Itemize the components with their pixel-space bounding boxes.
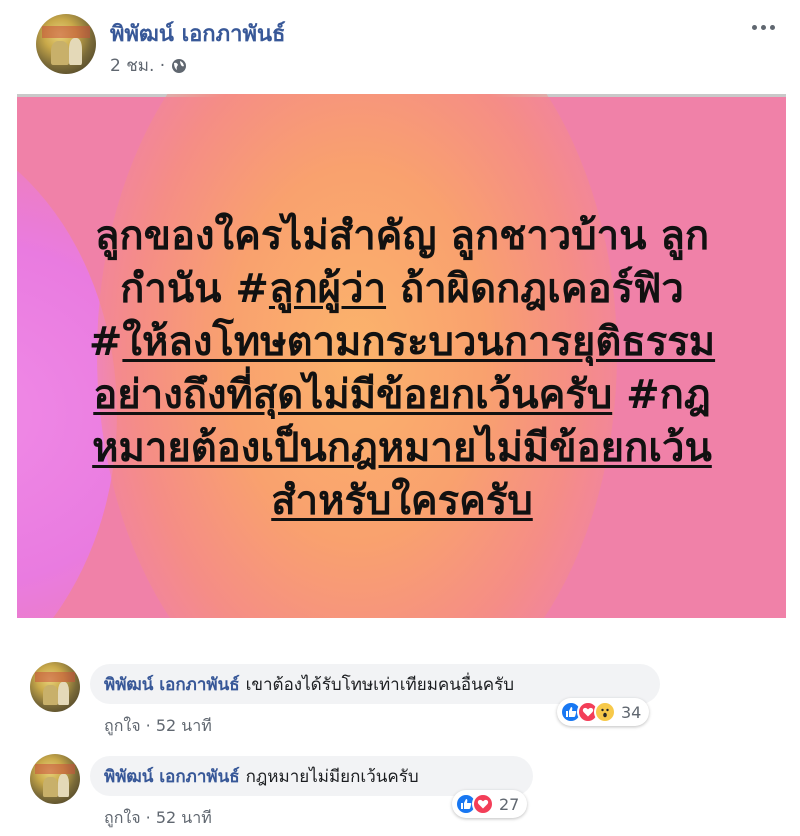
reaction-summary[interactable]: 27 (452, 790, 528, 818)
image-text-line-3: #ให้ลงโทษตามกระบวนการยุติธรรม (88, 319, 716, 365)
image-text: ลูกของใครไม่สำคัญ ลูกชาวบ้าน ลูก กำนัน #… (77, 210, 727, 528)
comment: พิพัฒน์ เอกภาพันธ์ กฎหมายไม่มียกเว้นครับ … (0, 752, 800, 836)
image-text-line-1: ลูกของใครไม่สำคัญ ลูกชาวบ้าน ลูก (94, 213, 710, 259)
comment-text: กฎหมายไม่มียกเว้นครับ (245, 767, 419, 787)
reaction-count: 34 (621, 702, 642, 722)
author-avatar[interactable] (36, 14, 96, 74)
post-meta: 2 ชม. · (110, 52, 187, 79)
author-name[interactable]: พิพัฒน์ เอกภาพันธ์ (110, 16, 285, 51)
comment-time[interactable]: · 52 นาที (146, 716, 212, 735)
comment-time[interactable]: · 52 นาที (146, 808, 212, 827)
comment: พิพัฒน์ เอกภาพันธ์ เขาต้องได้รับโทษเท่าเท… (0, 660, 800, 740)
more-options-icon[interactable] (748, 20, 778, 34)
comment-actions: ถูกใจ · 52 นาที (104, 714, 212, 739)
commenter-avatar[interactable] (30, 662, 80, 712)
image-text-line-4: อย่างถึงที่สุดไม่มีข้อยกเว้นครับ #กฎ (93, 372, 711, 418)
like-button[interactable]: ถูกใจ (104, 716, 141, 735)
commenter-name[interactable]: พิพัฒน์ เอกภาพันธ์ (104, 767, 240, 787)
reaction-summary[interactable]: 34 (557, 698, 650, 726)
image-text-line-2: กำนัน #ลูกผู้ว่า ถ้าผิดกฎเคอร์ฟิว (120, 266, 684, 312)
globe-icon (171, 58, 187, 74)
love-icon (472, 793, 494, 815)
like-button[interactable]: ถูกใจ (104, 808, 141, 827)
comment-text: เขาต้องได้รับโทษเท่าเทียมคนอื่นครับ (245, 675, 515, 695)
post-time[interactable]: 2 ชม. · (110, 52, 165, 79)
post-image[interactable]: ลูกของใครไม่สำคัญ ลูกชาวบ้าน ลูก กำนัน #… (17, 94, 786, 618)
reaction-count: 27 (499, 794, 520, 814)
post-header: พิพัฒน์ เอกภาพันธ์ 2 ชม. · (0, 0, 800, 92)
commenter-avatar[interactable] (30, 754, 80, 804)
image-text-line-6: สำหรับใครครับ (271, 478, 533, 524)
comment-actions: ถูกใจ · 52 นาที (104, 806, 212, 831)
image-text-line-5: หมายต้องเป็นกฎหมายไม่มีข้อยกเว้น (92, 425, 712, 471)
wow-icon (594, 701, 616, 723)
commenter-name[interactable]: พิพัฒน์ เอกภาพันธ์ (104, 675, 240, 695)
